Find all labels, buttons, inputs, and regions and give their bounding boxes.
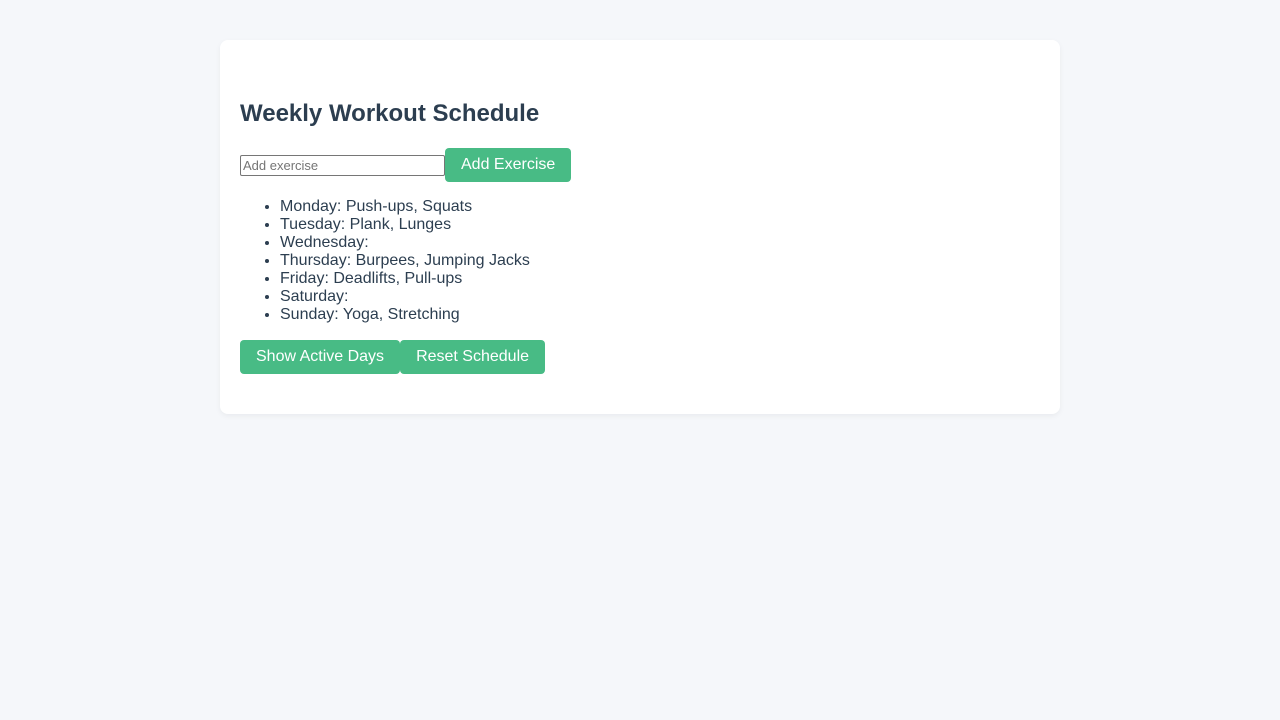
schedule-item-wednesday: Wednesday:: [280, 234, 1040, 252]
add-exercise-form: Add Exercise: [240, 148, 1040, 182]
schedule-list: Monday: Push-ups, Squats Tuesday: Plank,…: [240, 198, 1040, 324]
show-active-days-button[interactable]: Show Active Days: [240, 340, 401, 374]
reset-schedule-button[interactable]: Reset Schedule: [400, 340, 546, 374]
schedule-card: Weekly Workout Schedule Add Exercise Mon…: [220, 40, 1060, 414]
schedule-item-friday: Friday: Deadlifts, Pull-ups: [280, 270, 1040, 288]
schedule-item-monday: Monday: Push-ups, Squats: [280, 198, 1040, 216]
page-title: Weekly Workout Schedule: [240, 100, 540, 127]
action-buttons: Show Active Days Reset Schedule: [240, 340, 1040, 374]
schedule-item-sunday: Sunday: Yoga, Stretching: [280, 306, 1040, 324]
exercise-input[interactable]: [240, 154, 445, 176]
add-exercise-button[interactable]: Add Exercise: [445, 148, 572, 182]
schedule-item-saturday: Saturday:: [280, 288, 1040, 306]
schedule-item-tuesday: Tuesday: Plank, Lunges: [280, 216, 1040, 234]
schedule-item-thursday: Thursday: Burpees, Jumping Jacks: [280, 252, 1040, 270]
